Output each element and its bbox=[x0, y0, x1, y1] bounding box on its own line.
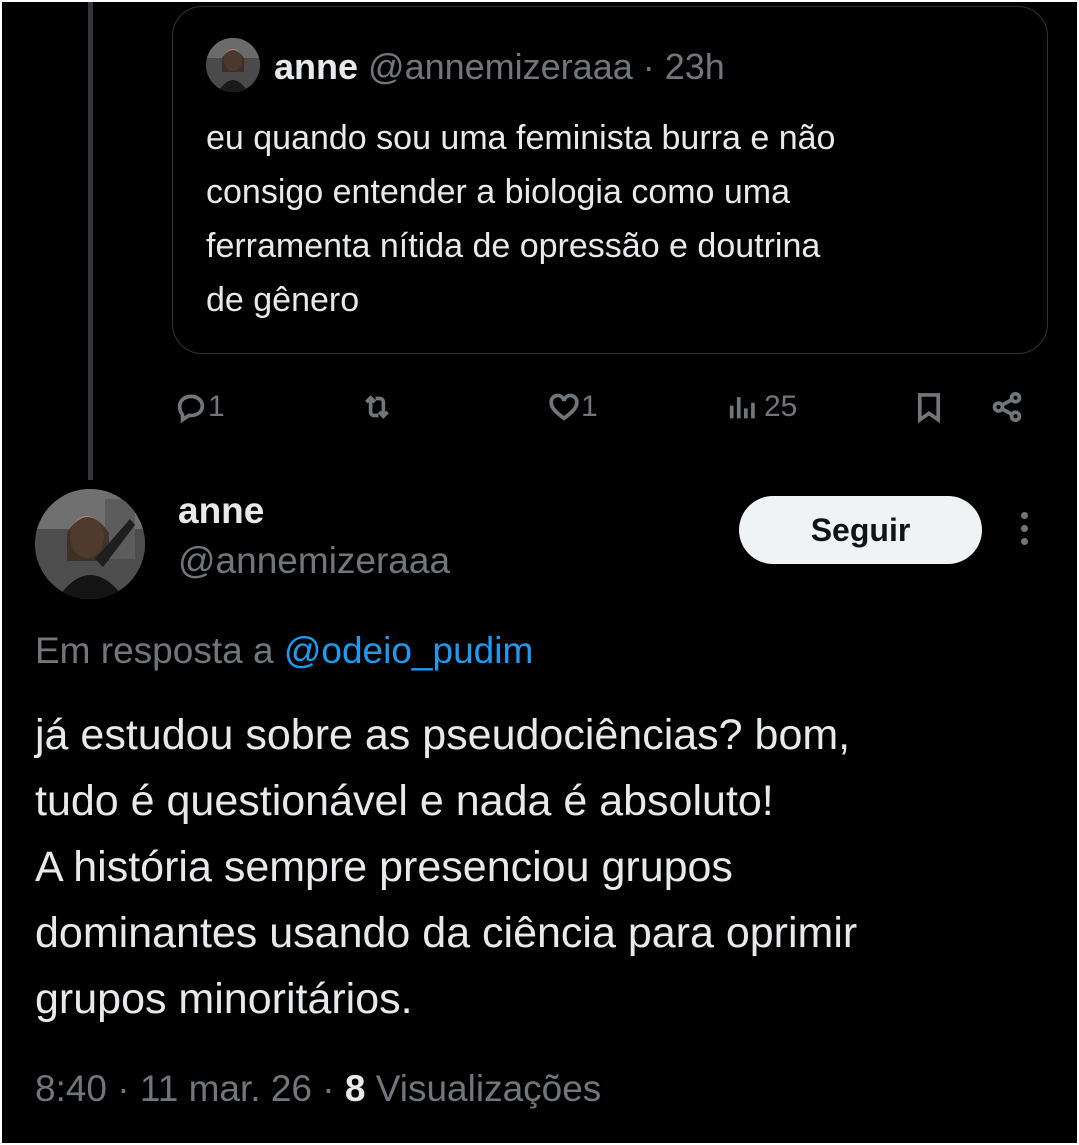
heart-icon bbox=[549, 393, 579, 421]
views-count: 25 bbox=[764, 390, 798, 423]
reply-prefix: Em resposta a bbox=[35, 630, 274, 671]
author-handle[interactable]: @annemizeraaa bbox=[178, 538, 450, 584]
reply-count: 1 bbox=[208, 390, 225, 423]
author-name[interactable]: anne bbox=[178, 488, 264, 534]
quoted-author-handle[interactable]: @annemizeraaa bbox=[368, 46, 633, 87]
reply-button[interactable]: 1 bbox=[174, 382, 225, 432]
author-avatar[interactable] bbox=[35, 489, 145, 599]
more-options-icon[interactable] bbox=[1014, 512, 1034, 552]
share-button[interactable] bbox=[990, 382, 1024, 432]
quoted-avatar[interactable] bbox=[206, 38, 260, 92]
tweet-meta: 8:40 · 11 mar. 26 · 8 Visualizações bbox=[35, 1066, 601, 1112]
like-count: 1 bbox=[581, 390, 598, 423]
quoted-author-name[interactable]: anne bbox=[274, 46, 358, 87]
views-chart-icon bbox=[729, 397, 755, 419]
views-label: Visualizações bbox=[375, 1068, 602, 1109]
reply-icon bbox=[177, 394, 205, 424]
tweet-detail-view: anne @annemizeraaa · 23h eu quando sou u… bbox=[2, 2, 1077, 1143]
reply-mention-link[interactable]: @odeio_pudim bbox=[284, 630, 533, 671]
share-icon bbox=[992, 391, 1022, 423]
tweet-date[interactable]: 11 mar. 26 bbox=[140, 1068, 312, 1109]
like-button[interactable]: 1 bbox=[547, 382, 598, 432]
bookmark-icon bbox=[917, 393, 941, 424]
action-bar: 1 1 25 bbox=[2, 382, 1077, 432]
reply-context: Em resposta a @odeio_pudim bbox=[35, 628, 533, 674]
quoted-tweet-card[interactable]: anne @annemizeraaa · 23h eu quando sou u… bbox=[172, 6, 1048, 354]
repost-icon bbox=[365, 395, 389, 419]
separator-dot: · bbox=[322, 1068, 345, 1109]
separator-dot: · bbox=[642, 46, 665, 87]
bookmark-button[interactable] bbox=[912, 382, 946, 432]
views-total: 8 bbox=[344, 1068, 366, 1109]
quoted-tweet-text: eu quando sou uma feminista burra e não … bbox=[206, 119, 836, 319]
repost-button[interactable] bbox=[360, 382, 394, 432]
quoted-timestamp[interactable]: 23h bbox=[665, 46, 725, 87]
views-button[interactable]: 25 bbox=[726, 382, 797, 432]
separator-dot: · bbox=[117, 1068, 140, 1109]
tweet-text: já estudou sobre as pseudociências? bom,… bbox=[35, 711, 858, 1023]
quoted-header: anne @annemizeraaa · 23h bbox=[274, 45, 725, 89]
follow-button[interactable]: Seguir bbox=[739, 496, 982, 564]
tweet-time[interactable]: 8:40 bbox=[35, 1068, 107, 1109]
